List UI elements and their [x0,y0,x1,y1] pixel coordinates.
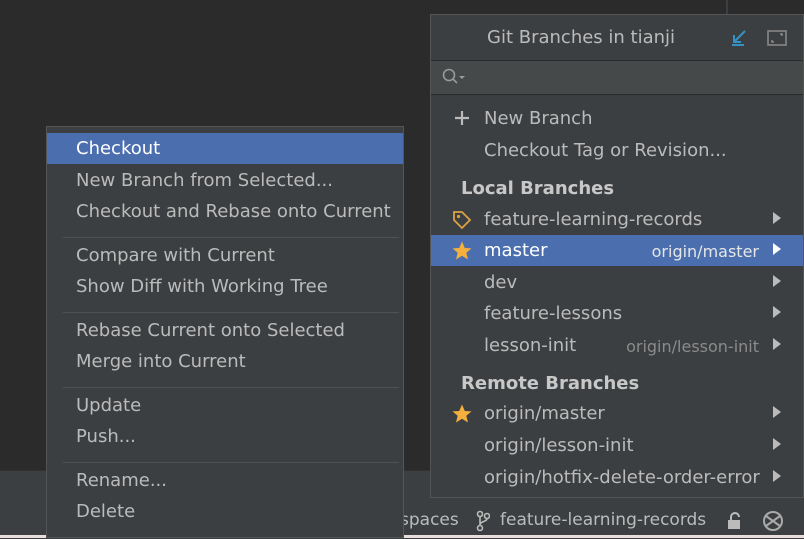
branch-name: origin/lesson-init [484,435,634,456]
new-branch-label: New Branch [484,108,593,129]
menu-item-label: Delete [76,501,136,522]
menu-item-label: Update [76,395,142,416]
menu-item-merge-into-current[interactable]: Merge into Current [47,346,403,377]
menu-item-compare-with-current[interactable]: Compare with Current [47,240,403,271]
chevron-right-icon [773,470,781,482]
search-icon [442,68,465,84]
branch-search-field[interactable] [431,60,803,95]
remote-branch-row[interactable]: origin/hotfix-delete-order-error [431,462,803,493]
chevron-right-icon [773,306,781,318]
star-icon [452,241,472,260]
menu-item-label: Rename... [76,470,167,491]
tracking-branch: origin/lesson-init [626,337,759,356]
branch-row-selected[interactable]: master origin/master [431,235,803,266]
remote-branch-row[interactable]: origin/lesson-init [431,430,803,461]
branch-name: origin/master [484,403,605,424]
menu-item-checkout[interactable]: Checkout [47,133,403,164]
menu-separator [63,237,399,238]
new-branch-item[interactable]: New Branch [431,103,803,134]
git-branches-popup: Git Branches in tianji New Branch Checko… [430,14,804,498]
branch-name: lesson-init [484,335,577,356]
checkout-tag-item[interactable]: Checkout Tag or Revision... [431,135,803,166]
fetch-icon[interactable] [729,28,749,48]
menu-item-label: Show Diff with Working Tree [76,276,328,297]
menu-separator [63,462,399,463]
menu-item-label: Push... [76,426,136,447]
branch-row[interactable]: feature-lessons [431,298,803,329]
branch-icon [476,510,490,532]
menu-item-show-diff[interactable]: Show Diff with Working Tree [47,271,403,302]
menu-item-new-branch-from-selected[interactable]: New Branch from Selected... [47,165,403,196]
chevron-right-icon [773,243,781,255]
chevron-right-icon [773,212,781,224]
branch-row[interactable]: feature-learning-records [431,204,803,235]
local-branches-header: Local Branches [461,178,615,199]
menu-separator [63,312,399,313]
star-icon [452,404,472,423]
branch-name: origin/hotfix-delete-order-error [484,467,760,488]
menu-item-label: Rebase Current onto Selected [76,320,345,341]
menu-item-label: New Branch from Selected... [76,170,334,191]
chevron-right-icon [773,406,781,418]
checkout-tag-label: Checkout Tag or Revision... [484,140,727,161]
chevron-right-icon [773,338,781,350]
chevron-right-icon [773,275,781,287]
branch-name: master [484,240,548,261]
settings-icon[interactable] [766,28,788,48]
branch-name: dev [484,272,518,293]
tracking-branch: origin/master [651,242,759,261]
indent-status[interactable]: spaces [400,510,459,530]
branch-name: feature-learning-records [484,209,703,230]
menu-item-label: Checkout and Rebase onto Current [76,201,391,222]
menu-item-label: Compare with Current [76,245,275,266]
menu-item-delete[interactable]: Delete [47,496,403,527]
chevron-right-icon [773,438,781,450]
popup-title: Git Branches in tianji [487,27,676,48]
menu-item-update[interactable]: Update [47,390,403,421]
tag-icon [453,211,472,230]
menu-item-rename[interactable]: Rename... [47,465,403,496]
lock-icon[interactable] [725,511,745,531]
remote-branch-row[interactable]: origin/master [431,398,803,429]
remote-branches-header: Remote Branches [461,373,640,394]
branch-row[interactable]: dev [431,267,803,298]
plus-icon [455,111,469,125]
menu-item-label: Checkout [76,138,161,159]
menu-item-rebase-current[interactable]: Rebase Current onto Selected [47,315,403,346]
editor-scrollbar[interactable] [726,0,728,14]
git-branch-widget[interactable]: feature-learning-records [500,510,706,530]
menu-item-push[interactable]: Push... [47,421,403,452]
menu-item-label: Merge into Current [76,351,246,372]
branch-row[interactable]: lesson-init origin/lesson-init [431,330,803,361]
inspector-icon[interactable] [760,508,786,534]
branch-name: feature-lessons [484,303,623,324]
popup-header: Git Branches in tianji [431,15,803,59]
branch-context-menu: Checkout New Branch from Selected... Che… [46,126,404,538]
menu-item-checkout-and-rebase[interactable]: Checkout and Rebase onto Current [47,196,403,227]
menu-separator [63,387,399,388]
